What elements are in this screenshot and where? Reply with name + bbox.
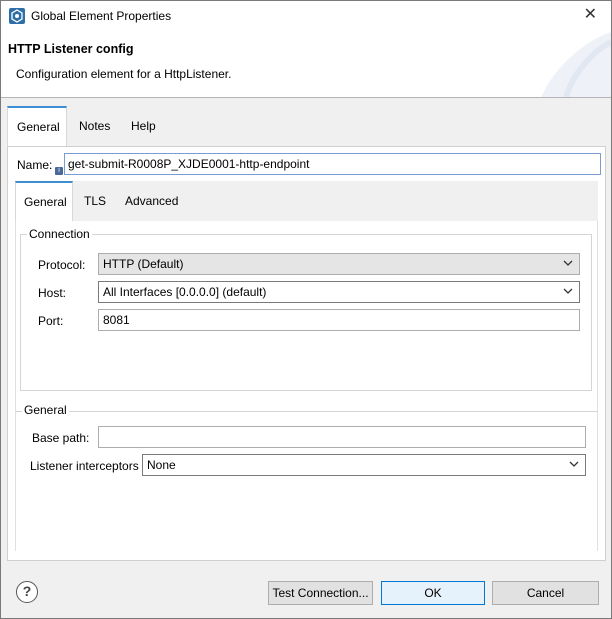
close-icon[interactable]: ✕: [584, 6, 597, 24]
dialog-window: Global Element Properties ✕ HTTP Listene…: [0, 0, 612, 619]
help-icon[interactable]: ?: [16, 581, 38, 603]
port-label: Port:: [38, 314, 64, 328]
page-description: Configuration element for a HttpListener…: [16, 67, 232, 81]
tab-connection-general-label: General: [24, 195, 67, 209]
name-input[interactable]: [64, 153, 601, 175]
tab-tls-label: TLS: [84, 194, 107, 208]
page-title: HTTP Listener config: [8, 42, 134, 56]
port-input[interactable]: [98, 309, 580, 331]
listener-interceptors-select[interactable]: None: [142, 454, 586, 476]
ok-button[interactable]: OK: [381, 581, 485, 605]
app-icon: [9, 8, 25, 24]
protocol-select[interactable]: HTTP (Default): [98, 253, 580, 275]
tab-notes[interactable]: Notes: [70, 106, 119, 146]
host-combobox[interactable]: All Interfaces [0.0.0.0] (default): [98, 281, 580, 303]
base-path-label: Base path:: [32, 431, 90, 445]
cancel-button[interactable]: Cancel: [492, 581, 599, 605]
host-label: Host:: [38, 286, 67, 300]
chevron-down-icon: [563, 260, 573, 266]
dialog-header: HTTP Listener config Configuration eleme…: [1, 32, 611, 98]
tab-connection-general[interactable]: General: [15, 181, 73, 221]
protocol-value: HTTP (Default): [103, 257, 184, 271]
name-label: Name:: [17, 158, 53, 172]
tab-general-label: General: [17, 120, 60, 134]
tab-help-label: Help: [131, 119, 156, 133]
listener-interceptors-value: None: [147, 458, 176, 472]
protocol-label: Protocol:: [38, 258, 86, 272]
chevron-down-icon: [563, 288, 573, 294]
chevron-down-icon: [569, 461, 579, 467]
host-value: All Interfaces [0.0.0.0] (default): [103, 285, 267, 299]
tab-tls[interactable]: TLS: [76, 181, 114, 221]
tab-advanced[interactable]: Advanced: [117, 181, 186, 221]
connection-legend: Connection: [27, 227, 92, 241]
info-icon: i: [55, 167, 63, 175]
base-path-input[interactable]: [98, 426, 586, 448]
outer-tab-bar: General Notes Help: [7, 106, 607, 146]
tab-general[interactable]: General: [7, 106, 67, 146]
title-bar: Global Element Properties ✕: [1, 1, 611, 32]
header-decoration: [541, 32, 611, 97]
inner-tab-panel: Connection Protocol: HTTP (Default) Host…: [15, 221, 598, 551]
tab-notes-label: Notes: [79, 119, 111, 133]
window-title: Global Element Properties: [31, 9, 172, 23]
general-legend: General: [22, 403, 69, 417]
outer-tab-panel: Name: i General TLS Advanced Connection …: [7, 146, 606, 561]
tab-advanced-label: Advanced: [125, 194, 179, 208]
tab-help[interactable]: Help: [122, 106, 165, 146]
inner-tab-bar: General TLS Advanced: [15, 181, 598, 221]
listener-interceptors-label: Listener interceptors: [30, 459, 139, 473]
test-connection-button[interactable]: Test Connection...: [268, 581, 373, 605]
